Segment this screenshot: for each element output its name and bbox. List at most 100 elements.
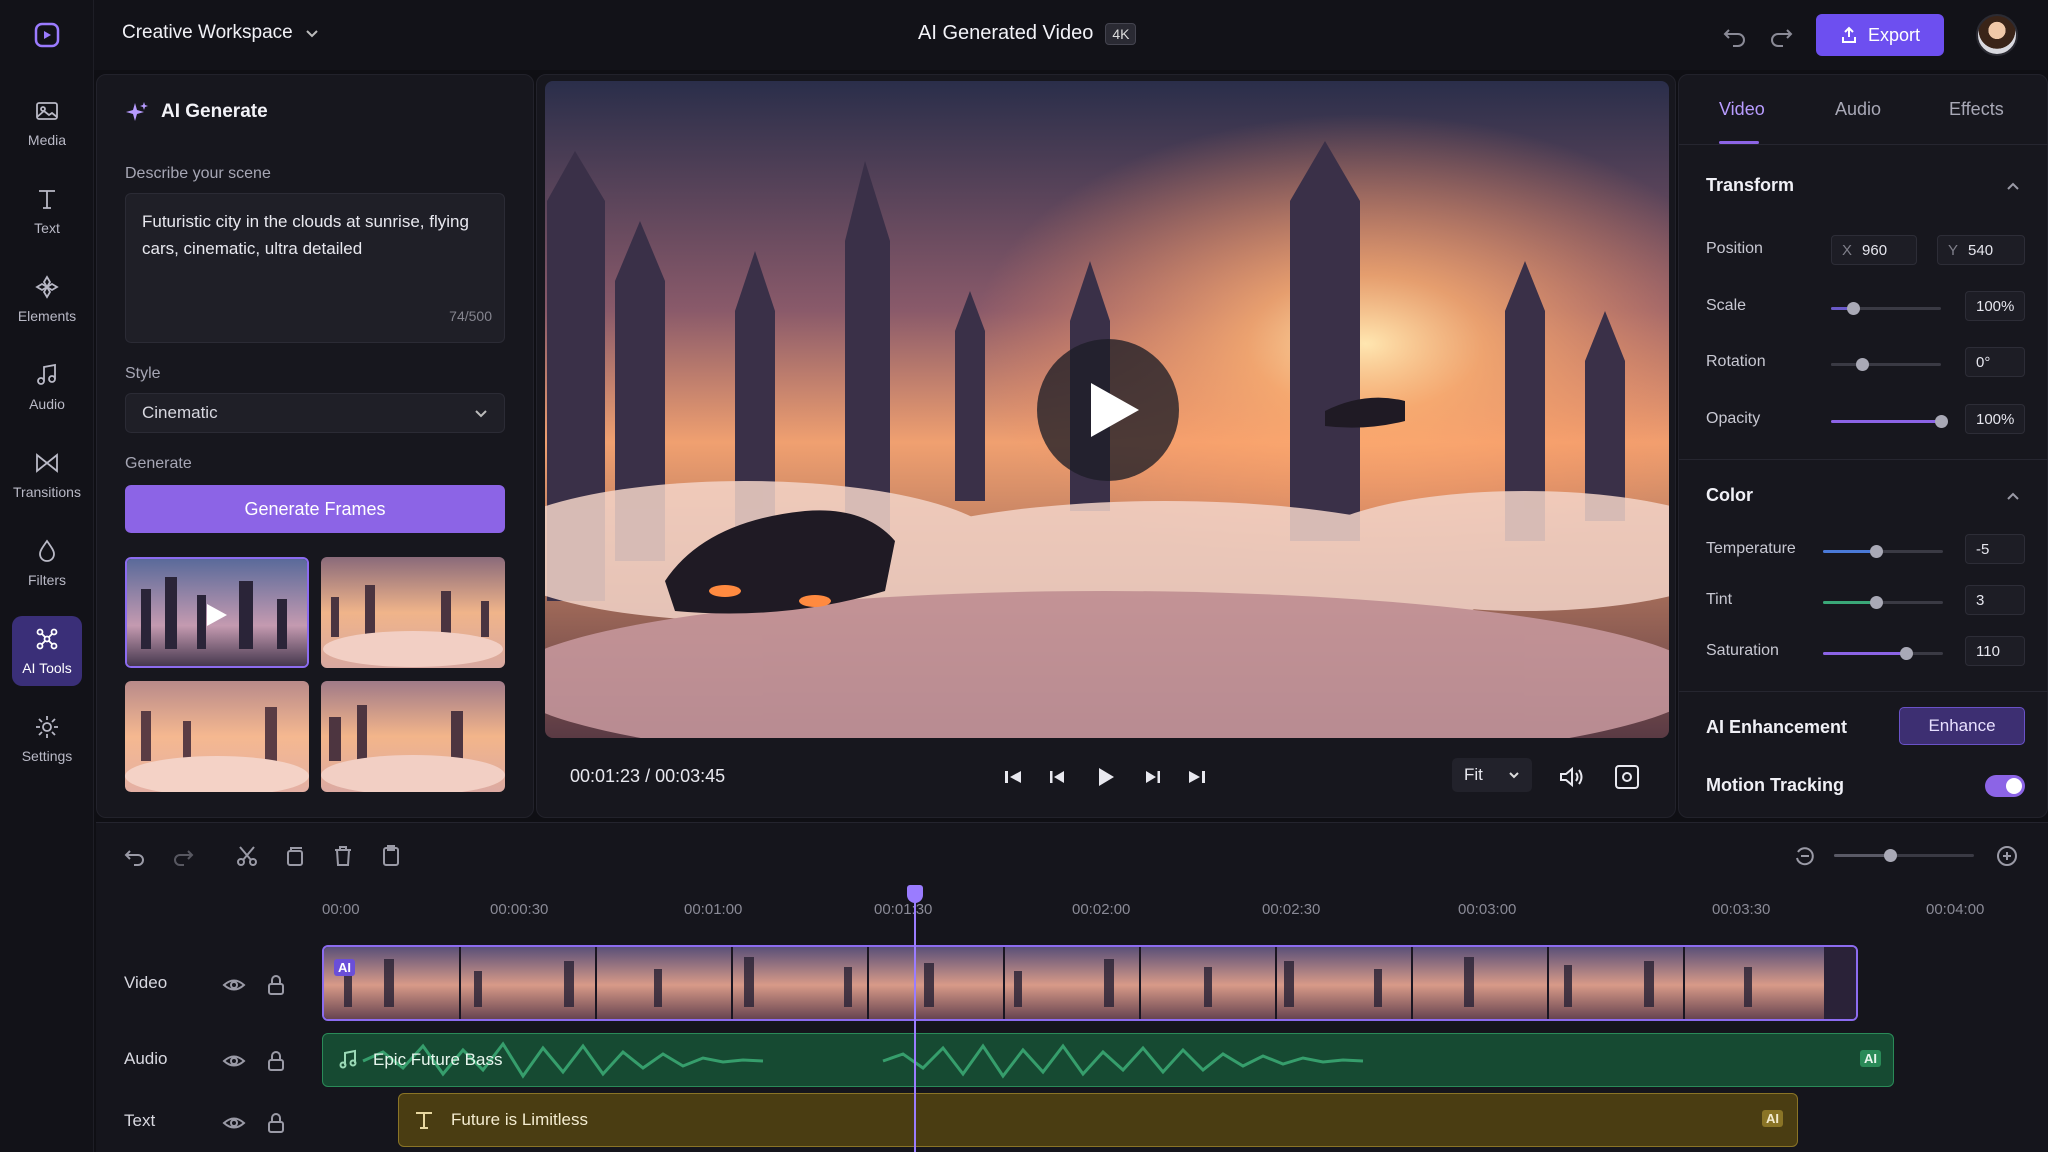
undo-icon[interactable]: [122, 843, 148, 869]
temperature-value: -5: [1976, 540, 1990, 558]
rail-ai-tools-label: AI Tools: [22, 660, 72, 676]
rotation-slider[interactable]: [1831, 358, 1941, 371]
timeline-zoom-knob[interactable]: [1884, 849, 1897, 862]
play-overlay-button[interactable]: [1037, 339, 1179, 481]
tab-video[interactable]: Video: [1719, 99, 1765, 120]
position-y-input[interactable]: Y 540: [1937, 235, 2025, 265]
filter-icon: [39, 539, 55, 562]
rotation-input[interactable]: 0°: [1965, 347, 2025, 377]
text-track-label: Text: [124, 1111, 156, 1130]
text-clip[interactable]: Future is Limitless AI: [398, 1093, 1798, 1147]
time-ruler[interactable]: 00:00 00:00:30 00:01:00 00:01:30 00:02:0…: [96, 893, 2048, 929]
tint-value: 3: [1976, 591, 1985, 609]
position-x-input[interactable]: X 960: [1831, 235, 1917, 265]
video-clip[interactable]: AI: [322, 945, 1858, 1021]
undo-icon[interactable]: [1720, 20, 1750, 50]
temperature-slider[interactable]: [1823, 545, 1943, 558]
step-forward-icon[interactable]: [1138, 762, 1168, 792]
resolution-badge: 4K: [1105, 22, 1137, 45]
motion-tracking-toggle[interactable]: [1985, 775, 2025, 797]
rail-settings[interactable]: Settings: [12, 704, 82, 774]
tint-input[interactable]: 3: [1965, 585, 2025, 615]
rotation-slider-knob[interactable]: [1855, 358, 1869, 371]
chevron-up-icon[interactable]: [2005, 489, 2021, 505]
skip-to-start-icon[interactable]: [998, 762, 1028, 792]
chevron-up-icon[interactable]: [2005, 179, 2021, 195]
redo-icon[interactable]: [1766, 20, 1796, 50]
temperature-input[interactable]: -5: [1965, 534, 2025, 564]
saturation-input[interactable]: 110: [1965, 636, 2025, 666]
rail-audio-label: Audio: [29, 396, 65, 412]
app-logo-icon[interactable]: [32, 20, 62, 50]
style-select[interactable]: Cinematic: [125, 393, 505, 433]
frame-thumbnail[interactable]: [125, 681, 309, 792]
ruler-tick: 00:02:00: [1072, 901, 1131, 918]
lock-icon[interactable]: [264, 1049, 288, 1073]
tint-slider-knob[interactable]: [1869, 596, 1883, 609]
user-avatar[interactable]: [1976, 14, 2018, 56]
rail-media[interactable]: Media: [12, 88, 82, 158]
playhead-line[interactable]: [914, 889, 916, 1152]
eye-icon[interactable]: [222, 973, 246, 997]
snapshot-icon[interactable]: [1612, 762, 1642, 792]
delete-icon[interactable]: [330, 843, 356, 869]
tab-effects[interactable]: Effects: [1949, 99, 2004, 120]
enhance-button[interactable]: Enhance: [1899, 707, 2025, 745]
rail-text[interactable]: Text: [12, 176, 82, 246]
zoom-out-icon[interactable]: [1792, 843, 1818, 869]
opacity-value: 100%: [1976, 410, 2015, 428]
volume-icon[interactable]: [1556, 762, 1586, 792]
scissors-icon[interactable]: [234, 843, 260, 869]
saturation-slider-knob[interactable]: [1899, 647, 1913, 660]
tint-label: Tint: [1706, 591, 1733, 608]
workspace-switcher[interactable]: Creative Workspace: [122, 22, 319, 44]
skip-to-end-icon[interactable]: [1182, 762, 1212, 792]
lock-icon[interactable]: [264, 1111, 288, 1135]
rail-transitions[interactable]: Transitions: [12, 440, 82, 510]
generate-frames-button[interactable]: Generate Frames: [125, 485, 505, 533]
fit-select[interactable]: Fit: [1452, 758, 1532, 792]
frame-thumbnail[interactable]: [321, 681, 505, 792]
audio-clip-name: Epic Future Bass: [373, 1050, 503, 1069]
music-note-icon: [339, 1049, 357, 1069]
eye-icon[interactable]: [222, 1049, 246, 1073]
tint-slider[interactable]: [1823, 596, 1943, 609]
chevron-down-icon: [1509, 772, 1519, 779]
playhead-handle[interactable]: [907, 885, 923, 903]
text-icon: [39, 190, 55, 209]
scale-input[interactable]: 100%: [1965, 291, 2025, 321]
opacity-slider[interactable]: [1831, 415, 1948, 428]
scene-textarea[interactable]: Futuristic city in the clouds at sunrise…: [125, 193, 505, 343]
timeline-zoom-slider[interactable]: [1834, 849, 1974, 862]
app-root: Media Text Elements Audio Transitions Fi…: [0, 0, 2048, 1152]
copy-icon[interactable]: [282, 843, 308, 869]
redo-icon[interactable]: [170, 843, 196, 869]
audio-clip[interactable]: Epic Future Bass AI: [322, 1033, 1894, 1087]
frame-thumbnail[interactable]: [321, 557, 505, 668]
rail-text-label: Text: [34, 220, 60, 236]
paste-icon[interactable]: [378, 843, 404, 869]
rail-elements[interactable]: Elements: [12, 264, 82, 334]
ruler-tick: 00:02:30: [1262, 901, 1321, 918]
temperature-slider-knob[interactable]: [1869, 545, 1883, 558]
zoom-in-icon[interactable]: [1994, 843, 2020, 869]
rail-audio[interactable]: Audio: [12, 352, 82, 422]
opacity-slider-knob[interactable]: [1935, 415, 1948, 428]
play-icon[interactable]: [1090, 762, 1120, 792]
lock-icon[interactable]: [264, 973, 288, 997]
transform-section-title: Transform: [1706, 175, 1795, 195]
eye-icon[interactable]: [222, 1111, 246, 1135]
scale-slider[interactable]: [1831, 302, 1941, 315]
rail-ai-tools[interactable]: AI Tools: [12, 616, 82, 686]
frame-thumbnail[interactable]: [125, 557, 309, 668]
city-frame-image: [321, 557, 505, 668]
export-button[interactable]: Export: [1816, 14, 1944, 56]
step-back-icon[interactable]: [1042, 762, 1072, 792]
opacity-input[interactable]: 100%: [1965, 404, 2025, 434]
time-separator: /: [645, 766, 651, 786]
rail-filters[interactable]: Filters: [12, 528, 82, 598]
saturation-slider[interactable]: [1823, 647, 1943, 660]
scale-slider-knob[interactable]: [1847, 302, 1860, 315]
audio-waveform: [362, 1041, 1364, 1079]
tab-audio[interactable]: Audio: [1835, 99, 1881, 120]
